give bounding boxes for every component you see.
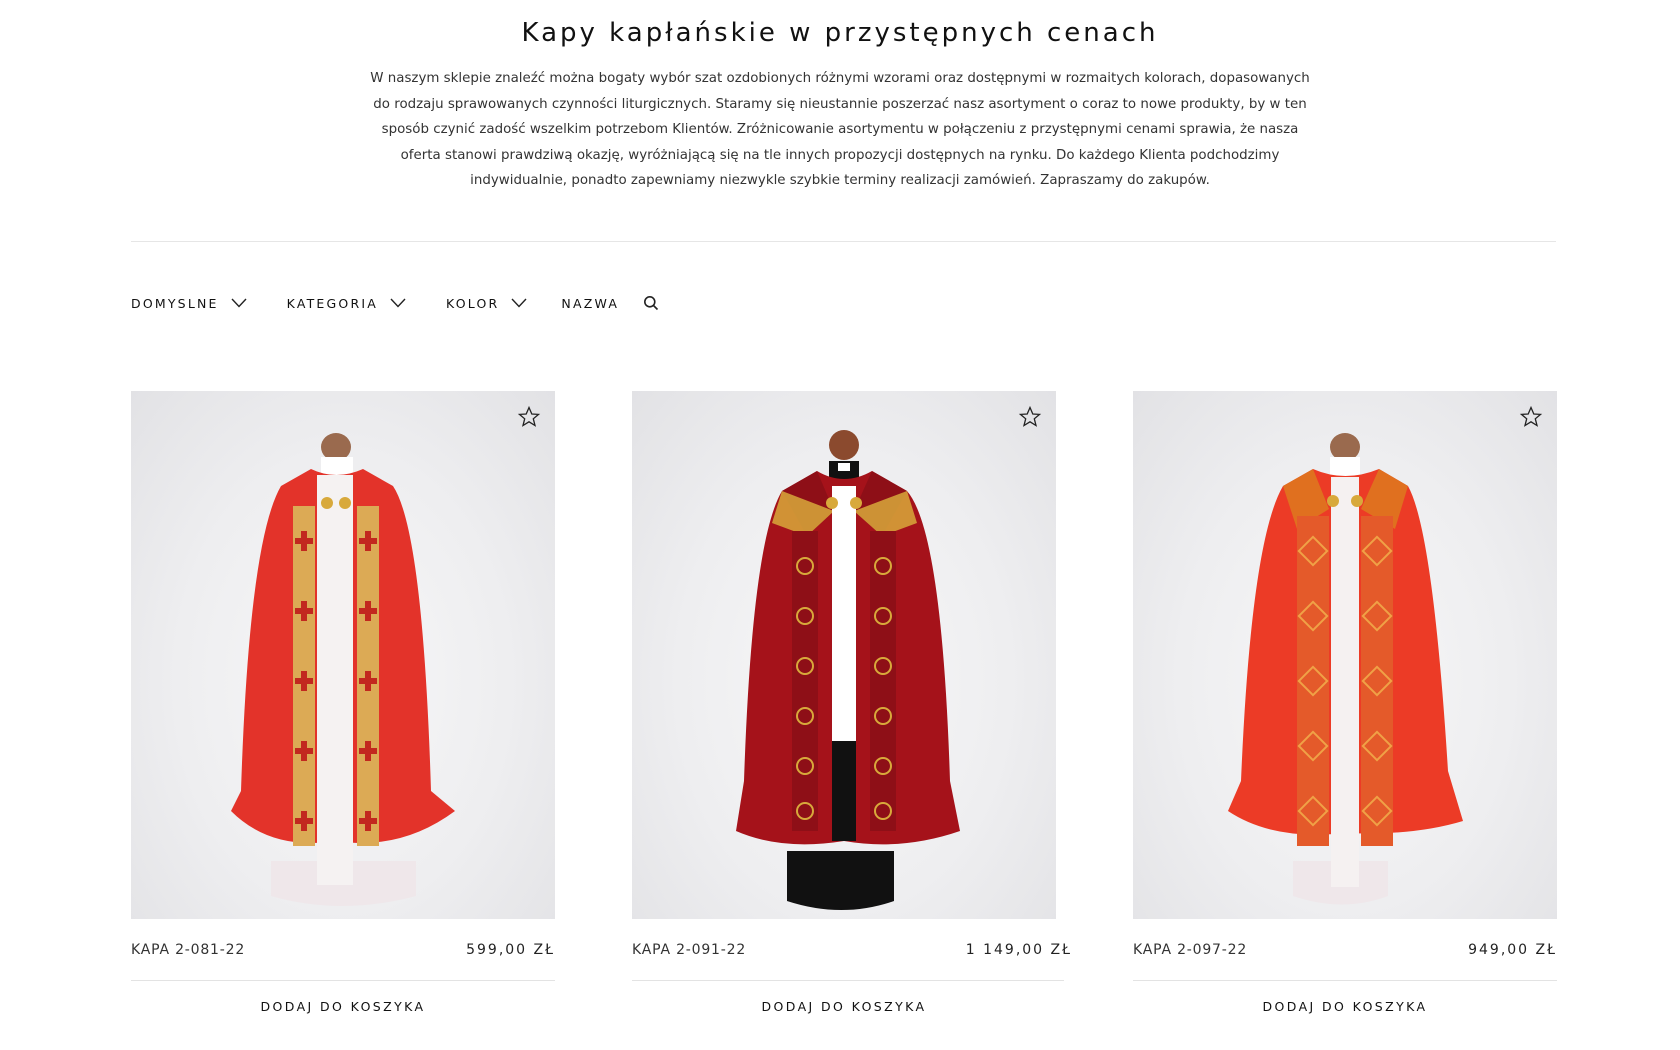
filter-bar: DOMYSLNE KATEGORIA KOLOR NAZWA	[131, 292, 659, 314]
product-image[interactable]	[131, 391, 555, 919]
product-price: 949,00 ZŁ	[1468, 941, 1557, 958]
product-meta: KAPA 2-081-22 599,00 ZŁ	[131, 919, 555, 981]
product-name[interactable]: KAPA 2-091-22	[632, 942, 746, 958]
cope-vestment-image	[736, 430, 960, 910]
sort-dropdown-label: DOMYSLNE	[131, 295, 219, 311]
name-search-toggle[interactable]: NAZWA	[561, 295, 659, 311]
sort-dropdown[interactable]: DOMYSLNE	[131, 296, 247, 311]
add-to-cart-button[interactable]: DODAJ DO KOSZYKA	[632, 981, 1056, 1014]
category-dropdown[interactable]: KATEGORIA	[287, 296, 406, 311]
category-description: W naszym sklepie znaleźć można bogaty wy…	[370, 71, 1310, 188]
add-to-cart-button[interactable]: DODAJ DO KOSZYKA	[1133, 981, 1557, 1014]
favorite-star-icon[interactable]	[1018, 405, 1042, 429]
cope-vestment-image	[1228, 433, 1463, 905]
chevron-down-icon	[231, 298, 247, 308]
chevron-down-icon	[511, 298, 527, 308]
chevron-down-icon	[390, 298, 406, 308]
product-card: KAPA 2-091-22 1 149,00 ZŁ DODAJ DO KOSZY…	[632, 391, 1070, 1014]
favorite-star-icon[interactable]	[1519, 405, 1543, 429]
product-card: KAPA 2-081-22 599,00 ZŁ DODAJ DO KOSZYKA	[131, 391, 555, 1014]
cope-vestment-image	[231, 433, 455, 906]
product-image[interactable]	[632, 391, 1056, 919]
product-meta: KAPA 2-091-22 1 149,00 ZŁ	[632, 919, 1070, 981]
breadcrumb-fragment	[0, 0, 1680, 4]
product-meta: KAPA 2-097-22 949,00 ZŁ	[1133, 919, 1557, 981]
color-dropdown[interactable]: KOLOR	[446, 296, 527, 311]
category-dropdown-label: KATEGORIA	[286, 295, 378, 311]
search-icon[interactable]	[643, 295, 659, 311]
product-image[interactable]	[1133, 391, 1557, 919]
favorite-star-icon[interactable]	[517, 405, 541, 429]
color-dropdown-label: KOLOR	[445, 295, 500, 311]
page-title: Kapy kapłańskie w przystępnych cenach	[521, 18, 1159, 48]
product-name[interactable]: KAPA 2-097-22	[1133, 942, 1247, 958]
product-card: KAPA 2-097-22 949,00 ZŁ DODAJ DO KOSZYKA	[1133, 391, 1557, 1014]
product-price: 1 149,00 ZŁ	[965, 941, 1072, 958]
divider	[131, 241, 1556, 242]
product-price: 599,00 ZŁ	[466, 941, 555, 958]
product-name[interactable]: KAPA 2-081-22	[131, 942, 245, 958]
product-listing-page: Kapy kapłańskie w przystępnych cenach W …	[0, 0, 1680, 1050]
name-search-label: NAZWA	[561, 295, 620, 311]
add-to-cart-button[interactable]: DODAJ DO KOSZYKA	[131, 981, 555, 1014]
